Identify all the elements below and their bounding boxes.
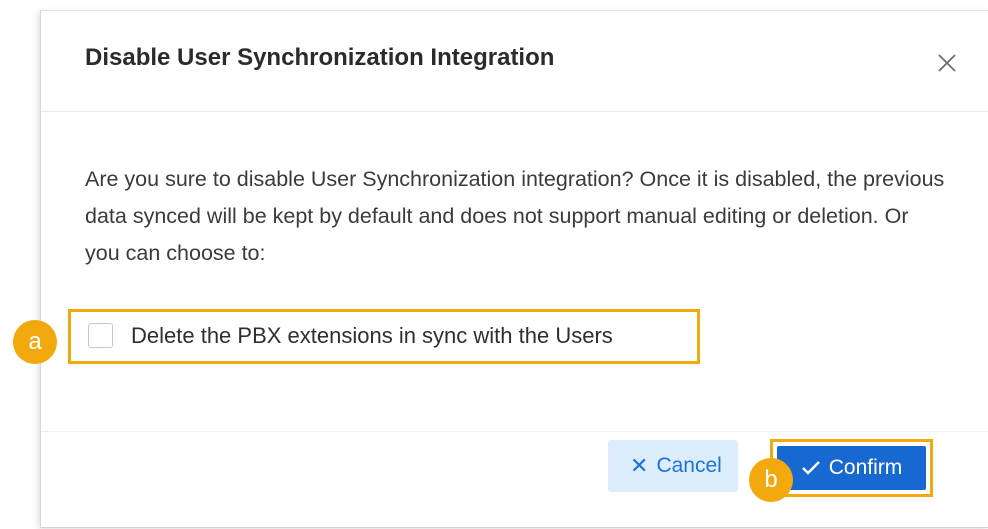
delete-extensions-checkbox[interactable]	[88, 323, 113, 348]
dialog-header: Disable User Synchronization Integration	[41, 11, 988, 112]
x-icon: ✕	[630, 453, 649, 478]
annotation-badge-a: a	[13, 320, 57, 364]
dialog-title: Disable User Synchronization Integration	[85, 44, 555, 71]
delete-extensions-label[interactable]: Delete the PBX extensions in sync with t…	[131, 323, 613, 349]
confirm-button[interactable]: Confirm	[777, 446, 926, 490]
cancel-button[interactable]: ✕ Cancel	[608, 440, 738, 492]
annotation-badge-b: b	[749, 458, 793, 502]
check-icon	[801, 461, 820, 475]
close-icon[interactable]	[933, 49, 961, 77]
confirm-label: Confirm	[828, 456, 903, 479]
cancel-label: Cancel	[656, 454, 722, 477]
dialog-message: Are you sure to disable User Synchroniza…	[85, 167, 945, 265]
